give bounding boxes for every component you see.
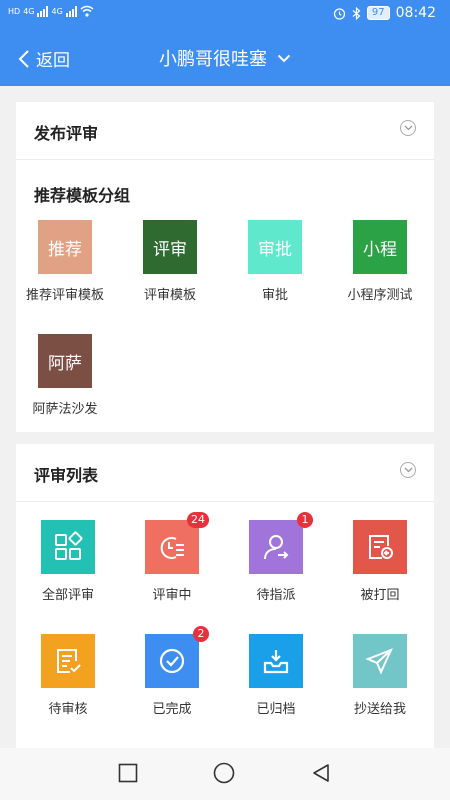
template-label: 审批 xyxy=(261,288,288,303)
main-content[interactable]: 发布评审 推荐模板分组 推荐 推荐评审模板 评审 评审模板 审批 审批 小程 小… xyxy=(0,86,450,748)
grid-icon xyxy=(41,520,95,574)
template-item[interactable]: 小程 小程序测试 xyxy=(332,220,428,303)
template-icon: 审批 xyxy=(248,220,302,274)
collapse-toggle-icon[interactable] xyxy=(400,120,416,136)
review-status-item[interactable]: 2 已完成 xyxy=(124,626,220,717)
status-right: 97 08:42 xyxy=(333,5,436,21)
status-label: 待指派 xyxy=(256,588,296,603)
review-status-item[interactable]: 抄送给我 xyxy=(332,634,428,717)
person-assign-icon: 1 xyxy=(249,512,313,574)
title-dropdown[interactable]: 小鹏哥很哇塞 xyxy=(159,45,291,71)
doc-return-icon xyxy=(353,520,407,574)
review-status-item[interactable]: 已归档 xyxy=(228,634,324,717)
signal-indicators: HD 4G 4G xyxy=(8,5,94,17)
count-badge: 1 xyxy=(297,512,313,528)
template-icon: 阿萨 xyxy=(38,334,92,388)
template-label: 阿萨法沙发 xyxy=(32,402,98,417)
network-tag: 4G xyxy=(23,6,35,16)
paper-plane-icon xyxy=(353,634,407,688)
nav-bar: 小鹏哥很哇塞 返回 xyxy=(0,28,450,86)
alarm-icon xyxy=(333,7,346,20)
section-title: 发布评审 xyxy=(34,124,99,143)
status-label: 已完成 xyxy=(152,702,192,717)
network-tag-2: 4G xyxy=(51,6,63,16)
back-label: 返回 xyxy=(36,51,70,71)
status-label: 已归档 xyxy=(256,702,296,717)
chevron-left-icon xyxy=(18,49,29,68)
count-badge: 24 xyxy=(187,512,209,528)
circle-home-icon[interactable] xyxy=(213,762,235,784)
status-label: 待审核 xyxy=(48,702,88,717)
chevron-down-icon xyxy=(277,54,291,62)
template-icon: 小程 xyxy=(353,220,407,274)
review-status-item[interactable]: 全部评审 xyxy=(20,520,116,603)
template-icon: 评审 xyxy=(143,220,197,274)
review-status-item[interactable]: 1 待指派 xyxy=(228,512,324,603)
review-status-item[interactable]: 24 评审中 xyxy=(124,512,220,603)
hd-tag: HD xyxy=(8,6,21,16)
publish-review-card: 发布评审 推荐模板分组 推荐 推荐评审模板 评审 评审模板 审批 审批 小程 小… xyxy=(16,102,434,432)
template-label: 小程序测试 xyxy=(347,288,413,303)
template-label: 推荐评审模板 xyxy=(25,288,104,303)
archive-icon xyxy=(249,634,303,688)
signal-icon xyxy=(37,5,49,17)
clock-list-icon: 24 xyxy=(145,512,209,574)
template-label: 评审模板 xyxy=(143,288,196,303)
group-title: 推荐模板分组 xyxy=(34,186,131,205)
template-item[interactable]: 推荐 推荐评审模板 xyxy=(17,220,113,303)
square-recent-apps-icon[interactable] xyxy=(118,763,138,783)
review-status-item[interactable]: 待审核 xyxy=(20,634,116,717)
template-item[interactable]: 评审 评审模板 xyxy=(122,220,218,303)
triangle-back-icon[interactable] xyxy=(311,763,331,783)
signal-icon-2 xyxy=(65,5,77,17)
check-circle-icon: 2 xyxy=(145,626,209,688)
count-badge: 2 xyxy=(193,626,209,642)
review-list-card: 评审列表 全部评审 24 评审中 1 待指派 被打回 待审核 2 已完成 已归档… xyxy=(16,444,434,744)
template-item[interactable]: 审批 审批 xyxy=(227,220,323,303)
system-nav-bar xyxy=(0,748,450,800)
template-item[interactable]: 阿萨 阿萨法沙发 xyxy=(17,334,113,417)
bluetooth-icon xyxy=(352,6,361,20)
review-list-header: 评审列表 xyxy=(16,444,434,502)
back-button[interactable]: 返回 xyxy=(18,46,70,71)
wifi-icon xyxy=(80,5,94,17)
status-label: 抄送给我 xyxy=(353,702,406,717)
battery-indicator: 97 xyxy=(366,6,390,20)
clock-time: 08:42 xyxy=(395,5,436,21)
collapse-toggle-icon[interactable] xyxy=(400,462,416,478)
status-label: 评审中 xyxy=(152,588,192,603)
publish-review-header: 发布评审 xyxy=(16,102,434,160)
page-title: 小鹏哥很哇塞 xyxy=(159,49,267,70)
review-status-item[interactable]: 被打回 xyxy=(332,520,428,603)
section-title: 评审列表 xyxy=(34,466,99,485)
status-bar: HD 4G 4G 97 08:42 xyxy=(0,0,450,28)
doc-check-icon xyxy=(41,634,95,688)
status-label: 被打回 xyxy=(360,588,400,603)
status-label: 全部评审 xyxy=(41,588,94,603)
template-icon: 推荐 xyxy=(38,220,92,274)
